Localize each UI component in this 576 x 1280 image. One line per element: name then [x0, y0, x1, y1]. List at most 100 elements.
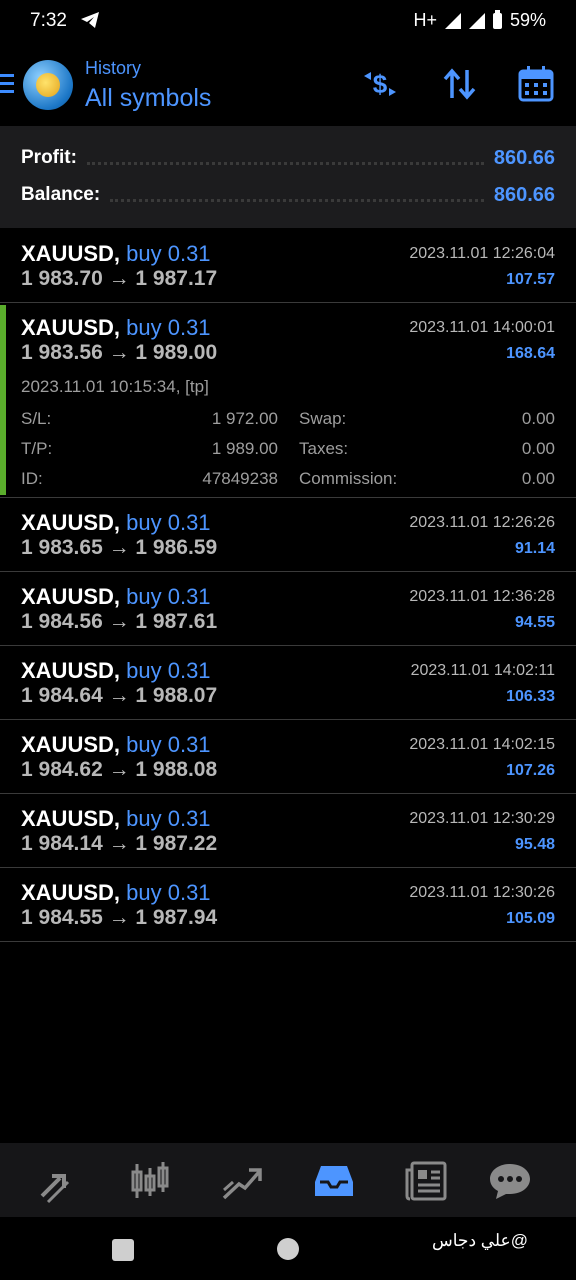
trade-icon[interactable] — [219, 1158, 265, 1204]
leader-dots — [86, 152, 484, 165]
deal-row[interactable]: XAUUSD, buy 0.31 1 983.70 → 1 987.17 202… — [0, 229, 576, 303]
sl-value: 1 972.00 — [211, 409, 278, 428]
chat-icon[interactable] — [487, 1158, 533, 1204]
deal-row[interactable]: XAUUSD, buy 0.31 1 984.56 → 1 987.61 202… — [0, 572, 576, 646]
watermark: علي دجاس@ — [432, 1231, 528, 1250]
history-icon[interactable] — [311, 1158, 357, 1204]
profit-label: Profit: — [21, 147, 77, 168]
tp-label: T/P: — [21, 439, 53, 458]
svg-text:$: $ — [373, 69, 388, 99]
deal-prices: 1 984.55 → 1 987.94 — [21, 906, 218, 929]
deal-profit: 106.33 — [506, 688, 555, 705]
dollar-exchange-icon[interactable]: $ — [360, 64, 400, 104]
deal-type: buy 0.31 — [126, 658, 211, 683]
balance-value: 860.66 — [493, 183, 555, 206]
deal-row[interactable]: XAUUSD, buy 0.31 1 984.64 → 1 988.07 202… — [0, 646, 576, 720]
bottom-nav — [0, 1143, 576, 1217]
battery-icon — [492, 9, 502, 29]
metatrader-logo[interactable] — [23, 60, 73, 110]
commission-value: 0.00 — [521, 469, 555, 488]
taxes-label: Taxes: — [299, 439, 349, 458]
deal-time: 2023.11.01 12:36:28 — [409, 588, 555, 605]
deal-symbol: XAUUSD, buy 0.31 — [21, 241, 211, 266]
menu-icon[interactable] — [0, 74, 14, 98]
tp-value: 1 989.00 — [211, 439, 278, 458]
chart-icon[interactable] — [127, 1158, 173, 1204]
app-header: History All symbols $ — [0, 44, 576, 126]
deal-prices: 1 984.14 → 1 987.22 — [21, 832, 218, 855]
deal-profit: 107.57 — [506, 271, 555, 288]
deal-symbol: XAUUSD, buy 0.31 — [21, 732, 211, 757]
deal-row-expanded[interactable]: XAUUSD, buy 0.31 1 983.56 → 1 989.00 202… — [0, 303, 576, 498]
sort-icon[interactable] — [440, 64, 480, 104]
deal-time: 2023.11.01 14:00:01 — [409, 319, 555, 336]
quotes-icon[interactable] — [34, 1158, 80, 1204]
deal-time: 2023.11.01 14:02:15 — [409, 736, 555, 753]
leader-dots — [110, 189, 484, 202]
status-right: H+ 59% — [413, 9, 546, 31]
deal-symbol: XAUUSD, buy 0.31 — [21, 510, 211, 535]
deal-prices: 1 983.65 → 1 986.59 — [21, 536, 218, 559]
profit-row: Profit: 860.66 — [21, 143, 555, 173]
deals-list: XAUUSD, buy 0.31 1 983.70 → 1 987.17 202… — [0, 229, 576, 942]
deal-row[interactable]: XAUUSD, buy 0.31 1 984.55 → 1 987.94 202… — [0, 868, 576, 942]
deal-type: buy 0.31 — [126, 315, 211, 340]
deal-type: buy 0.31 — [126, 241, 211, 266]
sl-label: S/L: — [21, 409, 52, 428]
commission-label: Commission: — [299, 469, 398, 488]
swap-value: 0.00 — [521, 409, 555, 428]
status-bar: 7:32 H+ 59% — [0, 0, 576, 44]
balance-row: Balance: 860.66 — [21, 180, 555, 210]
recents-button[interactable] — [112, 1239, 134, 1261]
deal-type: buy 0.31 — [126, 806, 211, 831]
deal-type: buy 0.31 — [126, 510, 211, 535]
deal-type: buy 0.31 — [126, 732, 211, 757]
network-type: H+ — [413, 10, 437, 30]
deal-prices: 1 984.56 → 1 987.61 — [21, 610, 218, 633]
deal-time: 2023.11.01 12:30:26 — [409, 884, 555, 901]
deal-symbol: XAUUSD, buy 0.31 — [21, 315, 211, 340]
deal-symbol: XAUUSD, buy 0.31 — [21, 584, 211, 609]
deal-row[interactable]: XAUUSD, buy 0.31 1 984.14 → 1 987.22 202… — [0, 794, 576, 868]
deal-time: 2023.11.01 12:30:29 — [409, 810, 555, 827]
page-subtitle: History — [85, 58, 142, 78]
deal-profit: 168.64 — [506, 345, 555, 362]
telegram-icon — [81, 12, 99, 28]
deal-profit: 91.14 — [514, 540, 555, 557]
home-button[interactable] — [277, 1238, 299, 1260]
signal-icon-2 — [468, 12, 485, 29]
deal-prices: 1 983.56 → 1 989.00 — [21, 341, 218, 364]
taxes-value: 0.00 — [521, 439, 555, 458]
calendar-icon[interactable] — [516, 64, 556, 104]
deal-symbol: XAUUSD, buy 0.31 — [21, 880, 211, 905]
system-nav: علي دجاس@ — [0, 1217, 576, 1280]
news-icon[interactable] — [404, 1158, 450, 1204]
deal-time: 2023.11.01 12:26:26 — [409, 514, 555, 531]
deal-symbol: XAUUSD, buy 0.31 — [21, 658, 211, 683]
deal-profit: 94.55 — [514, 614, 555, 631]
status-time: 7:32 — [30, 10, 67, 31]
account-summary: Profit: 860.66 Balance: 860.66 — [0, 126, 576, 228]
battery-level: 59% — [509, 10, 546, 30]
balance-label: Balance: — [21, 184, 101, 205]
id-label: ID: — [21, 469, 43, 488]
symbol-filter[interactable]: All symbols — [85, 84, 211, 113]
deal-symbol: XAUUSD, buy 0.31 — [21, 806, 211, 831]
deal-row[interactable]: XAUUSD, buy 0.31 1 984.62 → 1 988.08 202… — [0, 720, 576, 794]
deal-type: buy 0.31 — [126, 584, 211, 609]
deal-profit: 105.09 — [506, 910, 555, 927]
deal-prices: 1 983.70 → 1 987.17 — [21, 267, 218, 290]
profit-value: 860.66 — [493, 146, 555, 169]
deal-open-time: 2023.11.01 10:15:34, [tp] — [21, 377, 209, 396]
deal-profit: 107.26 — [506, 762, 555, 779]
deal-type: buy 0.31 — [126, 880, 211, 905]
id-value: 47849238 — [202, 469, 278, 488]
swap-label: Swap: — [299, 409, 347, 428]
deal-prices: 1 984.64 → 1 988.07 — [21, 684, 218, 707]
deal-profit: 95.48 — [514, 836, 555, 853]
deal-time: 2023.11.01 14:02:11 — [410, 662, 555, 679]
deal-time: 2023.11.01 12:26:04 — [409, 245, 555, 262]
deal-prices: 1 984.62 → 1 988.08 — [21, 758, 218, 781]
deal-row[interactable]: XAUUSD, buy 0.31 1 983.65 → 1 986.59 202… — [0, 498, 576, 572]
signal-icon — [444, 12, 461, 29]
